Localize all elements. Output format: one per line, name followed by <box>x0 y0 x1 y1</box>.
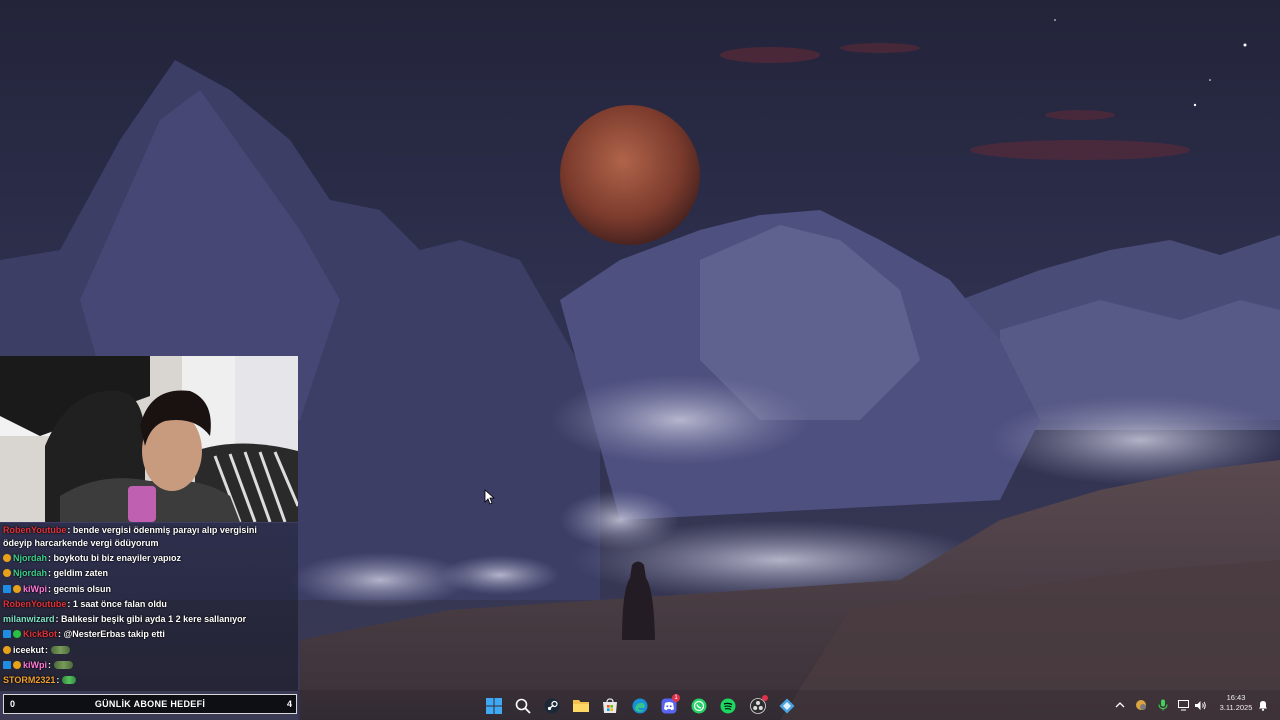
recording-indicator <box>762 695 768 701</box>
stream-chat: RobenYoutube: bende vergisi ödenmiş para… <box>0 523 298 691</box>
chat-message: RobenYoutube: bende vergisi ödenmiş para… <box>0 523 283 551</box>
tray-app-button[interactable] <box>1134 698 1148 712</box>
whatsapp-icon <box>691 698 707 714</box>
chat-text: : <box>56 675 60 686</box>
network-button[interactable] <box>1177 698 1191 712</box>
speaker-icon <box>1194 700 1206 710</box>
subscriber-badge-icon <box>3 554 11 562</box>
windows-logo-icon <box>486 698 502 714</box>
folder-icon <box>573 700 589 712</box>
chat-message: kiWpi: <box>0 658 298 673</box>
clock-time: 16:43 <box>1226 693 1246 702</box>
mouse-cursor <box>484 489 496 505</box>
chat-text: : gecmis olsun <box>48 583 112 594</box>
chat-text: : geldim zaten <box>48 568 109 579</box>
taskbar-clock[interactable]: 16:43 3.11.2025 <box>1216 693 1256 713</box>
chat-text: : @NesterErbas takip etti <box>58 629 165 640</box>
windows-start-button[interactable] <box>483 695 505 717</box>
chat-text: : Balıkesir beşik gibi ayda 1 2 kere sal… <box>55 614 247 625</box>
chat-username: KickBot <box>23 629 58 640</box>
chat-username: STORM2321 <box>3 675 56 686</box>
app-taskbar-button[interactable] <box>776 695 798 717</box>
chat-message: RobenYoutube: 1 saat önce falan oldu <box>0 597 298 612</box>
notification-badge: 1 <box>672 694 680 702</box>
chat-username: kiWpi <box>23 660 47 671</box>
discord-taskbar-button[interactable]: 1 <box>658 694 680 717</box>
volume-button[interactable] <box>1193 698 1207 712</box>
subscriber-badge-icon <box>13 661 21 670</box>
steam-taskbar-button[interactable] <box>541 695 563 717</box>
chat-username: iceekut <box>13 644 45 655</box>
emote-icon <box>61 676 76 685</box>
chat-username: milanwizard <box>3 614 55 625</box>
chat-message: STORM2321: <box>0 673 298 688</box>
taskbar: 1 <box>298 690 1280 720</box>
chat-text: : <box>48 660 51 671</box>
chat-message: KickBot: @NesterErbas takip etti <box>0 627 298 642</box>
steam-icon <box>544 698 560 714</box>
subscriber-badge-icon <box>13 584 21 593</box>
edge-taskbar-button[interactable] <box>629 695 651 717</box>
chat-username: RobenYoutube <box>3 598 67 609</box>
chat-text: : boykotu bi biz enayiler yapıoz <box>48 553 182 563</box>
emote-icon <box>50 645 70 654</box>
webcam-feed <box>0 356 298 522</box>
moderator-badge-icon <box>3 661 11 670</box>
search-icon <box>515 698 531 714</box>
bot-badge-icon <box>13 630 21 639</box>
bell-icon <box>1259 701 1267 711</box>
edge-icon <box>632 698 648 714</box>
file-explorer-taskbar-button[interactable] <box>570 695 592 717</box>
chat-username: kiWpi <box>23 583 47 594</box>
moderator-badge-icon <box>3 630 11 639</box>
tray-app-icon <box>1136 700 1146 710</box>
subscriber-badge-icon <box>3 645 11 654</box>
app-icon <box>779 698 795 714</box>
network-icon <box>1177 699 1189 710</box>
microphone-icon <box>1158 699 1168 711</box>
store-icon <box>603 698 617 713</box>
spotify-taskbar-button[interactable] <box>717 695 739 717</box>
emote-icon <box>53 661 73 670</box>
clock-date: 3.11.2025 <box>1219 703 1253 712</box>
microphone-button[interactable] <box>1156 698 1170 712</box>
spotify-icon <box>720 698 736 714</box>
subscriber-badge-icon <box>3 569 11 578</box>
chat-text: : 1 saat önce falan oldu <box>67 598 167 609</box>
chat-username: RobenYoutube <box>3 525 67 535</box>
chat-username: Njordah <box>13 553 48 563</box>
subscriber-goal-bar: 0 GÜNLİK ABONE HEDEFİ 4 <box>3 694 297 714</box>
goal-label: GÜNLİK ABONE HEDEFİ <box>94 699 206 709</box>
microsoft-store-taskbar-button[interactable] <box>599 695 621 717</box>
chat-message: iceekut: <box>0 643 298 658</box>
search-button[interactable] <box>512 695 534 717</box>
chat-username: Njordah <box>13 568 48 579</box>
obs-taskbar-button[interactable] <box>747 695 769 717</box>
whatsapp-taskbar-button[interactable] <box>688 695 710 717</box>
chat-text: : <box>45 644 49 655</box>
show-hidden-icons-button[interactable] <box>1113 698 1127 712</box>
chat-message: Njordah: boykotu bi biz enayiler yapıoz <box>0 551 298 566</box>
chat-message: Njordah: geldim zaten <box>0 566 298 581</box>
goal-target-count: 4 <box>286 699 292 709</box>
chevron-up-icon <box>1115 702 1125 708</box>
notifications-button[interactable] <box>1256 698 1270 712</box>
chat-message: kiWpi: gecmis olsun <box>0 582 298 597</box>
moderator-badge-icon <box>3 584 11 593</box>
chat-message: milanwizard: Balıkesir beşik gibi ayda 1… <box>0 612 298 627</box>
